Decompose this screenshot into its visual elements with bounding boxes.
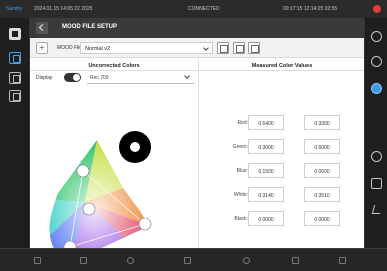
settings-icon[interactable] <box>371 178 382 189</box>
mood-file-setup-panel: MOOD FILE SETUP + MOOD File Normal v2 Un… <box>30 18 364 262</box>
green-primary-marker[interactable] <box>76 164 90 178</box>
palette-icon[interactable] <box>371 151 382 162</box>
black-y-field[interactable]: 0.0000 <box>304 211 340 226</box>
gamut-select[interactable]: Rec.709 <box>87 72 194 84</box>
open-file-icon[interactable] <box>217 42 229 54</box>
back-button[interactable] <box>36 22 48 34</box>
add-file-button[interactable]: + <box>36 42 48 54</box>
white-x-field[interactable]: 0.3140 <box>248 187 284 202</box>
right-sidebar <box>364 18 387 248</box>
file-label: MOOD File <box>57 45 82 51</box>
file-toolbar: + MOOD File Normal v2 <box>30 38 364 58</box>
status-left-text: Sandry <box>6 6 22 12</box>
display-toggle[interactable] <box>64 73 81 82</box>
stop-icon[interactable] <box>339 257 346 264</box>
home-icon[interactable] <box>9 28 21 40</box>
column-divider <box>198 59 199 248</box>
blue-y-field[interactable]: 0.0600 <box>304 163 340 178</box>
record-icon[interactable] <box>243 257 250 264</box>
skip-forward-icon[interactable] <box>292 257 299 264</box>
display-label: Display <box>36 75 53 81</box>
uncorrected-colors-heading: Uncorrected Colors <box>30 59 198 71</box>
black-point-indicator <box>119 131 151 163</box>
skip-back-icon[interactable] <box>80 257 87 264</box>
white-point-marker[interactable] <box>82 202 96 216</box>
left-sidebar <box>0 18 30 248</box>
green-label: Green: <box>232 144 248 150</box>
chevron-down-icon <box>184 73 190 79</box>
measured-color-values-heading: Measured Color Values <box>200 59 364 71</box>
green-y-field[interactable]: 0.6000 <box>304 139 340 154</box>
loop-icon[interactable] <box>127 257 134 264</box>
red-y-field[interactable]: 0.3300 <box>304 115 340 130</box>
status-center-text: CONNECTED <box>188 6 220 12</box>
red-primary-marker[interactable] <box>138 217 152 231</box>
red-label: Red: <box>237 120 248 126</box>
status-bar: Sandry 2024.01.15 14:05:22 2025 CONNECTE… <box>0 0 387 18</box>
white-y-field[interactable]: 0.3510 <box>304 187 340 202</box>
blue-label: Blue: <box>236 168 248 174</box>
red-x-field[interactable]: 0.6400 <box>248 115 284 130</box>
play-icon[interactable] <box>34 257 41 264</box>
green-x-field[interactable]: 0.3000 <box>248 139 284 154</box>
page-title: MOOD FILE SETUP <box>62 24 118 30</box>
copy-icon[interactable] <box>9 72 21 84</box>
camera-icon[interactable] <box>371 56 382 67</box>
file-select[interactable]: Normal v2 <box>80 42 213 54</box>
save-as-icon[interactable] <box>248 42 260 54</box>
save-file-icon[interactable] <box>233 42 245 54</box>
copy-icon[interactable] <box>9 90 21 102</box>
blue-x-field[interactable]: 0.1500 <box>248 163 284 178</box>
power-icon[interactable] <box>371 31 382 42</box>
mood-file-icon[interactable] <box>9 52 21 64</box>
rewind-icon[interactable] <box>184 257 191 264</box>
title-bar: MOOD FILE SETUP <box>30 18 364 38</box>
close-icon[interactable] <box>373 5 381 13</box>
file-select-value: Normal v2 <box>85 46 111 52</box>
target-icon[interactable] <box>371 83 382 94</box>
status-datetime: 2024.01.15 14:05:22 2025 <box>34 6 93 12</box>
status-right-text: 00:17:15 12:14:25 02:55 <box>283 6 338 12</box>
chevron-down-icon <box>203 45 209 51</box>
brightness-icon[interactable] <box>371 204 382 215</box>
transport-bar <box>0 248 387 271</box>
black-label: Black: <box>234 216 248 222</box>
white-label: White: <box>233 192 248 198</box>
gamut-select-value: Rec.709 <box>90 75 109 81</box>
black-x-field[interactable]: 0.0000 <box>248 211 284 226</box>
